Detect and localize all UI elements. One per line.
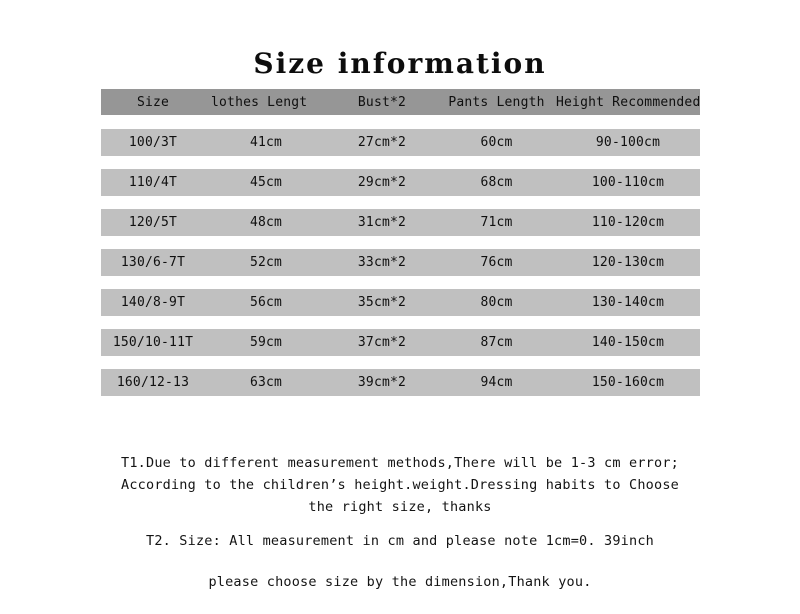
cell-pants-length: 87cm [480, 335, 513, 350]
size-table: Size lothes Lengt Bust*2 Pants Length He… [101, 89, 700, 409]
table-row: 140/8-9T 56cm 35cm*2 80cm 130-140cm [101, 289, 700, 316]
cell-clothes-length: 59cm [249, 335, 283, 350]
cell-bust: 31cm*2 [357, 215, 407, 230]
cell-height: 110-120cm [591, 215, 665, 230]
cell-height: 120-130cm [591, 255, 665, 270]
notes-section: T1.Due to different measurement methods,… [0, 452, 800, 593]
cell-height: 90-100cm [595, 135, 661, 150]
cell-pants-length: 94cm [480, 375, 513, 390]
column-header-size: Size [136, 94, 170, 110]
cell-clothes-length: 56cm [249, 295, 283, 310]
cell-height: 100-110cm [591, 175, 665, 190]
note-t1-line1: T1.Due to different measurement methods,… [121, 455, 679, 471]
cell-size: 120/5T [128, 215, 178, 230]
cell-pants-length: 80cm [480, 295, 513, 310]
table-row: 130/6-7T 52cm 33cm*2 76cm 120-130cm [101, 249, 700, 276]
cell-bust: 37cm*2 [357, 335, 407, 350]
cell-clothes-length: 45cm [249, 175, 283, 190]
column-header-height-recommended: Height Recommended [556, 94, 700, 110]
table-row: 110/4T 45cm 29cm*2 68cm 100-110cm [101, 169, 700, 196]
note-closing: please choose size by the dimension,Than… [208, 574, 592, 590]
cell-height: 130-140cm [591, 295, 665, 310]
cell-pants-length: 60cm [480, 135, 513, 150]
cell-pants-length: 76cm [480, 255, 513, 270]
table-header-row: Size lothes Lengt Bust*2 Pants Length He… [101, 89, 700, 115]
column-header-pants-length: Pants Length [448, 94, 545, 110]
cell-clothes-length: 63cm [249, 375, 283, 390]
cell-size: 110/4T [128, 175, 178, 190]
cell-bust: 29cm*2 [357, 175, 407, 190]
cell-clothes-length: 41cm [249, 135, 283, 150]
note-t1-line3: the right size, thanks [308, 499, 492, 515]
table-row: 100/3T 41cm 27cm*2 60cm 90-100cm [101, 129, 700, 156]
column-header-clothes-length: lothes Lengt [211, 94, 308, 110]
cell-size: 160/12-13 [116, 375, 190, 390]
cell-clothes-length: 52cm [249, 255, 283, 270]
cell-pants-length: 68cm [480, 175, 513, 190]
column-header-bust: Bust*2 [357, 94, 407, 110]
cell-height: 140-150cm [591, 335, 665, 350]
cell-bust: 39cm*2 [357, 375, 407, 390]
cell-size: 150/10-11T [112, 335, 194, 350]
note-t2-line1: T2. Size: All measurement in cm and plea… [146, 533, 654, 549]
cell-size: 140/8-9T [120, 295, 186, 310]
cell-height: 150-160cm [591, 375, 665, 390]
cell-size: 100/3T [128, 135, 178, 150]
cell-size: 130/6-7T [120, 255, 186, 270]
table-row: 150/10-11T 59cm 37cm*2 87cm 140-150cm [101, 329, 700, 356]
cell-bust: 35cm*2 [357, 295, 407, 310]
table-row: 160/12-13 63cm 39cm*2 94cm 150-160cm [101, 369, 700, 396]
size-chart-page: Size information Size lothes Lengt Bust*… [0, 0, 800, 614]
note-t1-line2: According to the children’s height.weigh… [121, 477, 679, 493]
cell-clothes-length: 48cm [249, 215, 283, 230]
cell-bust: 27cm*2 [357, 135, 407, 150]
cell-bust: 33cm*2 [357, 255, 407, 270]
page-title: Size information [253, 47, 547, 80]
table-row: 120/5T 48cm 31cm*2 71cm 110-120cm [101, 209, 700, 236]
cell-pants-length: 71cm [480, 215, 513, 230]
